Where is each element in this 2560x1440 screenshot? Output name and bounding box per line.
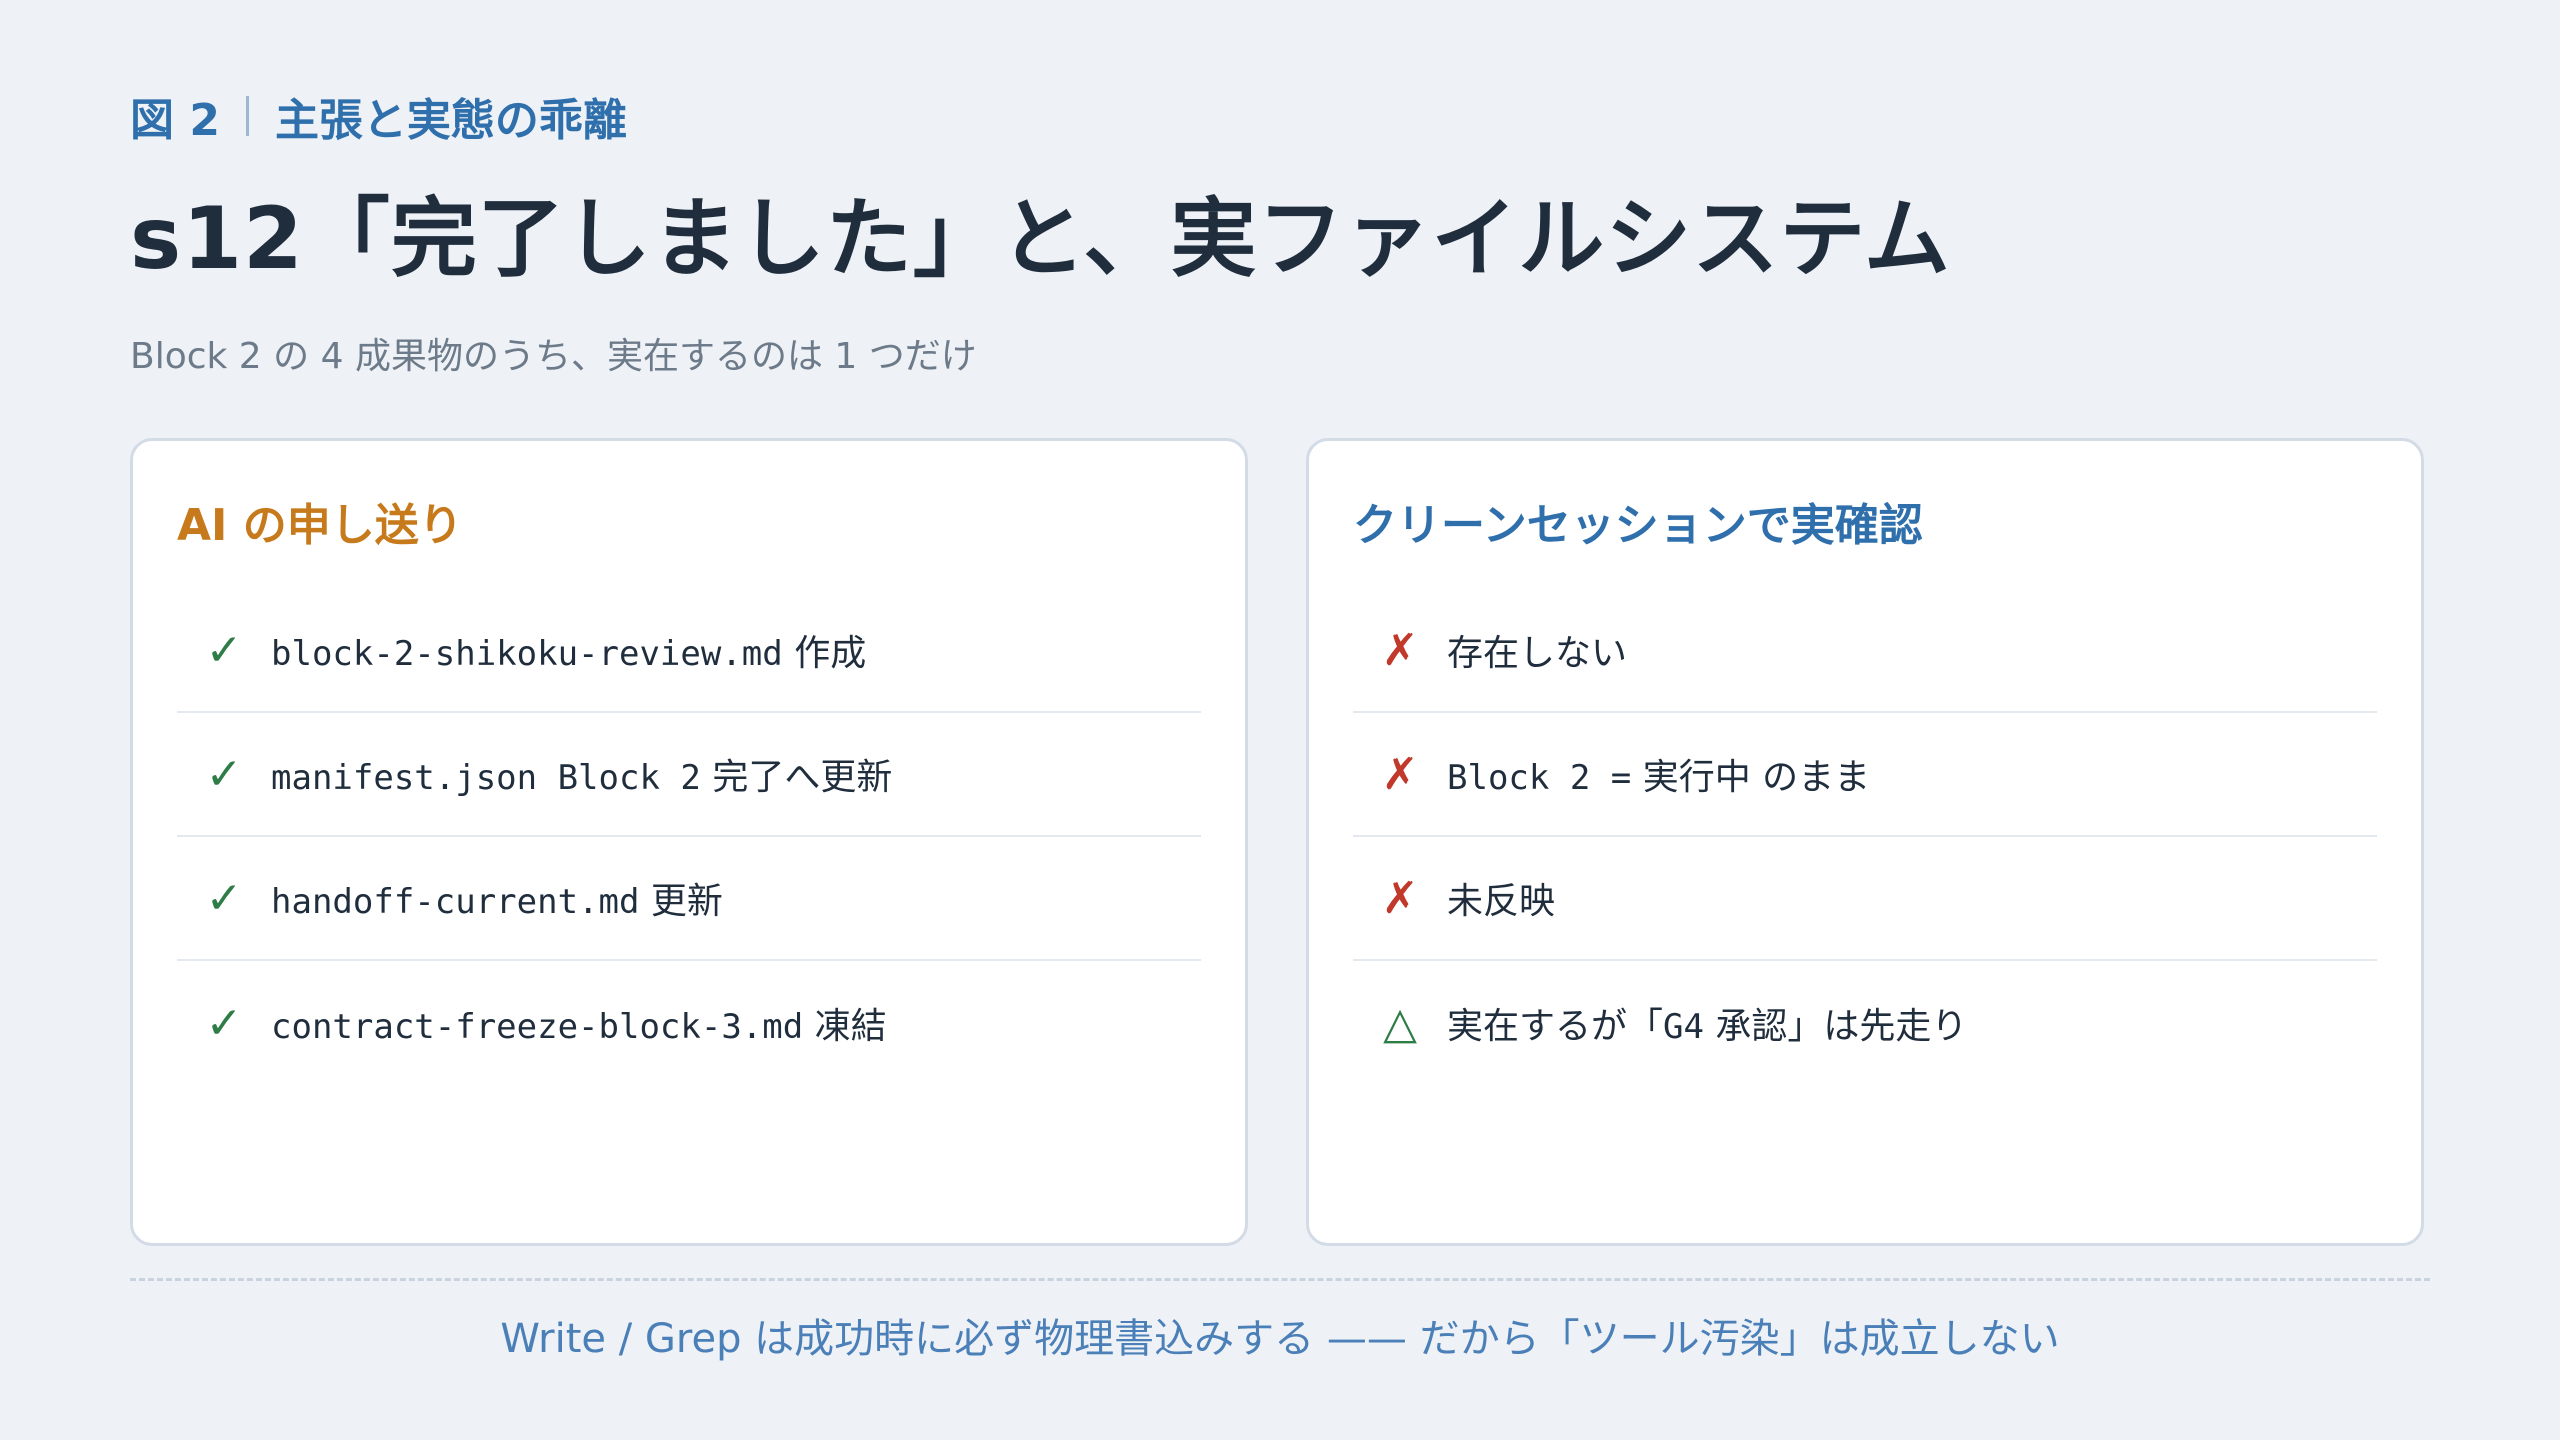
list-item-text: manifest.json Block 2 完了へ更新 <box>271 748 892 800</box>
comparison-cards: AI の申し送り ✓ block-2-shikoku-review.md 作成 … <box>130 438 2430 1250</box>
file-name: manifest.json Block 2 <box>271 758 701 798</box>
result-label: 未反映 <box>1447 881 1556 922</box>
figure-number: 図 2 <box>130 95 220 146</box>
result-label: 承認」は先走り <box>1715 1006 1968 1047</box>
cross-icon: ✗ <box>1381 748 1419 800</box>
page-title: s12「完了しました」と、実ファイルシステム <box>130 189 1951 289</box>
list-item: ✓ contract-freeze-block-3.md 凍結 <box>177 961 1201 1085</box>
warning-triangle-icon: △ <box>1383 997 1417 1049</box>
check-icon: ✓ <box>205 872 243 924</box>
footer-note: Write / Grep は成功時に必ず物理書込みする —— だから「ツール汚染… <box>500 1316 2060 1362</box>
list-item: ✗ Block 2 = 実行中 のまま <box>1353 713 2377 837</box>
list-item-text: 存在しない <box>1447 624 1627 676</box>
list-item-text: 未反映 <box>1447 872 1555 924</box>
result-label: 実行中 のまま <box>1642 757 1871 798</box>
status-code: G4 <box>1663 1007 1704 1047</box>
list-item-text: 実在するが「G4 承認」は先走り <box>1447 997 1967 1049</box>
figure-label: 図 2 主張と実態の乖離 <box>130 80 2430 152</box>
file-name: contract-freeze-block-3.md <box>271 1007 804 1047</box>
list-item-text: Block 2 = 実行中 のまま <box>1447 748 1870 800</box>
figure-separator <box>245 96 249 136</box>
list-item: △ 実在するが「G4 承認」は先走り <box>1353 961 2377 1085</box>
list-item: ✓ handoff-current.md 更新 <box>177 837 1201 961</box>
list-item-text: handoff-current.md 更新 <box>271 872 723 924</box>
list-item-text: contract-freeze-block-3.md 凍結 <box>271 997 887 1049</box>
result-prefix: 実在するが「 <box>1447 1006 1664 1047</box>
check-icon: ✓ <box>205 624 243 676</box>
action-label: 凍結 <box>814 1006 887 1047</box>
action-label: 更新 <box>650 881 723 922</box>
result-label: 存在しない <box>1447 633 1628 674</box>
figure-caption: 主張と実態の乖離 <box>274 95 627 146</box>
list-item: ✓ block-2-shikoku-review.md 作成 <box>177 589 1201 713</box>
file-name: block-2-shikoku-review.md <box>271 634 783 674</box>
list-item: ✗ 存在しない <box>1353 589 2377 713</box>
clean-session-card: クリーンセッションで実確認 ✗ 存在しない ✗ Block 2 = 実行中 のま… <box>1306 438 2424 1246</box>
action-label: 完了へ更新 <box>712 757 893 798</box>
check-icon: ✓ <box>205 997 243 1049</box>
clean-session-card-title: クリーンセッションで実確認 <box>1353 500 1923 551</box>
list-item-text: block-2-shikoku-review.md 作成 <box>271 624 866 676</box>
page-subtitle: Block 2 の 4 成果物のうち、実在するのは 1 つだけ <box>130 335 977 377</box>
ai-handoff-card-title: AI の申し送り <box>177 500 463 551</box>
footer-divider <box>130 1278 2430 1281</box>
status-code: Block 2 = <box>1447 758 1632 798</box>
check-icon: ✓ <box>205 748 243 800</box>
cross-icon: ✗ <box>1381 624 1419 676</box>
file-name: handoff-current.md <box>271 882 640 922</box>
action-label: 作成 <box>794 633 867 674</box>
cross-icon: ✗ <box>1381 872 1419 924</box>
slide: 図 2 主張と実態の乖離 s12「完了しました」と、実ファイルシステム Bloc… <box>130 80 2430 1380</box>
list-item: ✓ manifest.json Block 2 完了へ更新 <box>177 713 1201 837</box>
list-item: ✗ 未反映 <box>1353 837 2377 961</box>
ai-handoff-card: AI の申し送り ✓ block-2-shikoku-review.md 作成 … <box>130 438 1248 1246</box>
